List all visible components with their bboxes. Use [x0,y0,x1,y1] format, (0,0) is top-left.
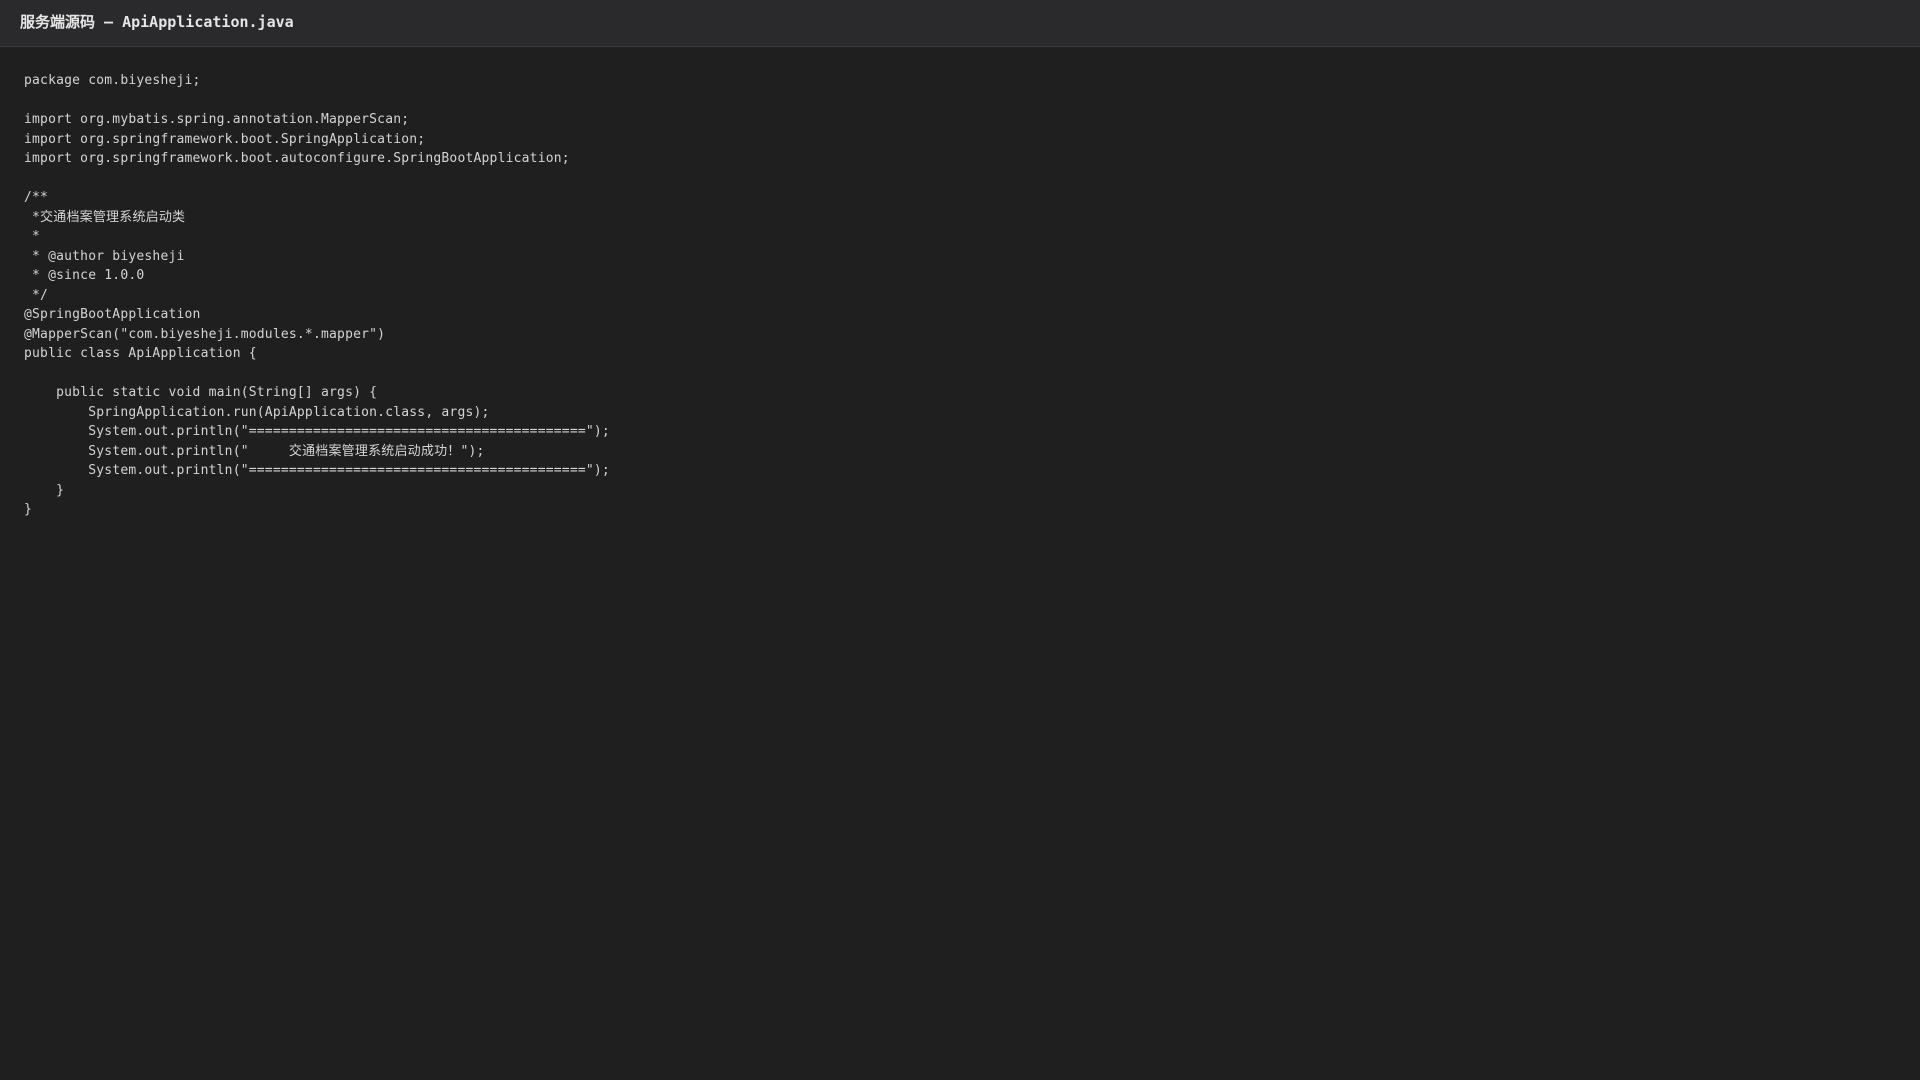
title-bar: 服务端源码 — ApiApplication.java [0,0,1920,47]
code-line: System.out.println("====================… [24,424,610,439]
code-line: *交通档案管理系统启动类 [24,209,186,225]
app-window: 服务端源码 — ApiApplication.java package com.… [0,0,1920,1080]
code-line: SpringApplication.run(ApiApplication.cla… [24,404,490,420]
code-line: public class ApiApplication { [24,346,257,361]
code-line: * [24,229,41,244]
code-line: /** [24,190,49,205]
code-line: public static void main(String[] args) { [24,385,378,400]
window-title: 服务端源码 — ApiApplication.java [20,13,294,31]
code-line: * @author biyesheji [24,248,185,264]
code-line: @MapperScan("com.biyesheji.modules.*.map… [24,326,386,342]
code-line: import org.springframework.boot.autoconf… [24,151,570,166]
code-line: System.out.println("====================… [24,463,610,478]
code-line: import org.mybatis.spring.annotation.Map… [24,112,410,127]
code-line: * @since 1.0.0 [24,268,145,283]
code-editor[interactable]: package com.biyesheji; import org.mybati… [0,48,1920,1080]
code-line: */ [24,287,49,303]
code-line: package com.biyesheji; [24,73,201,88]
code-line: import org.springframework.boot.SpringAp… [24,131,426,147]
code-block: package com.biyesheji; import org.mybati… [24,71,610,520]
code-line: System.out.println(" 交通档案管理系统启动成功！"); [24,443,485,459]
code-line: @SpringBootApplication [24,307,201,322]
code-line: } [24,502,33,517]
code-line: } [24,482,65,498]
